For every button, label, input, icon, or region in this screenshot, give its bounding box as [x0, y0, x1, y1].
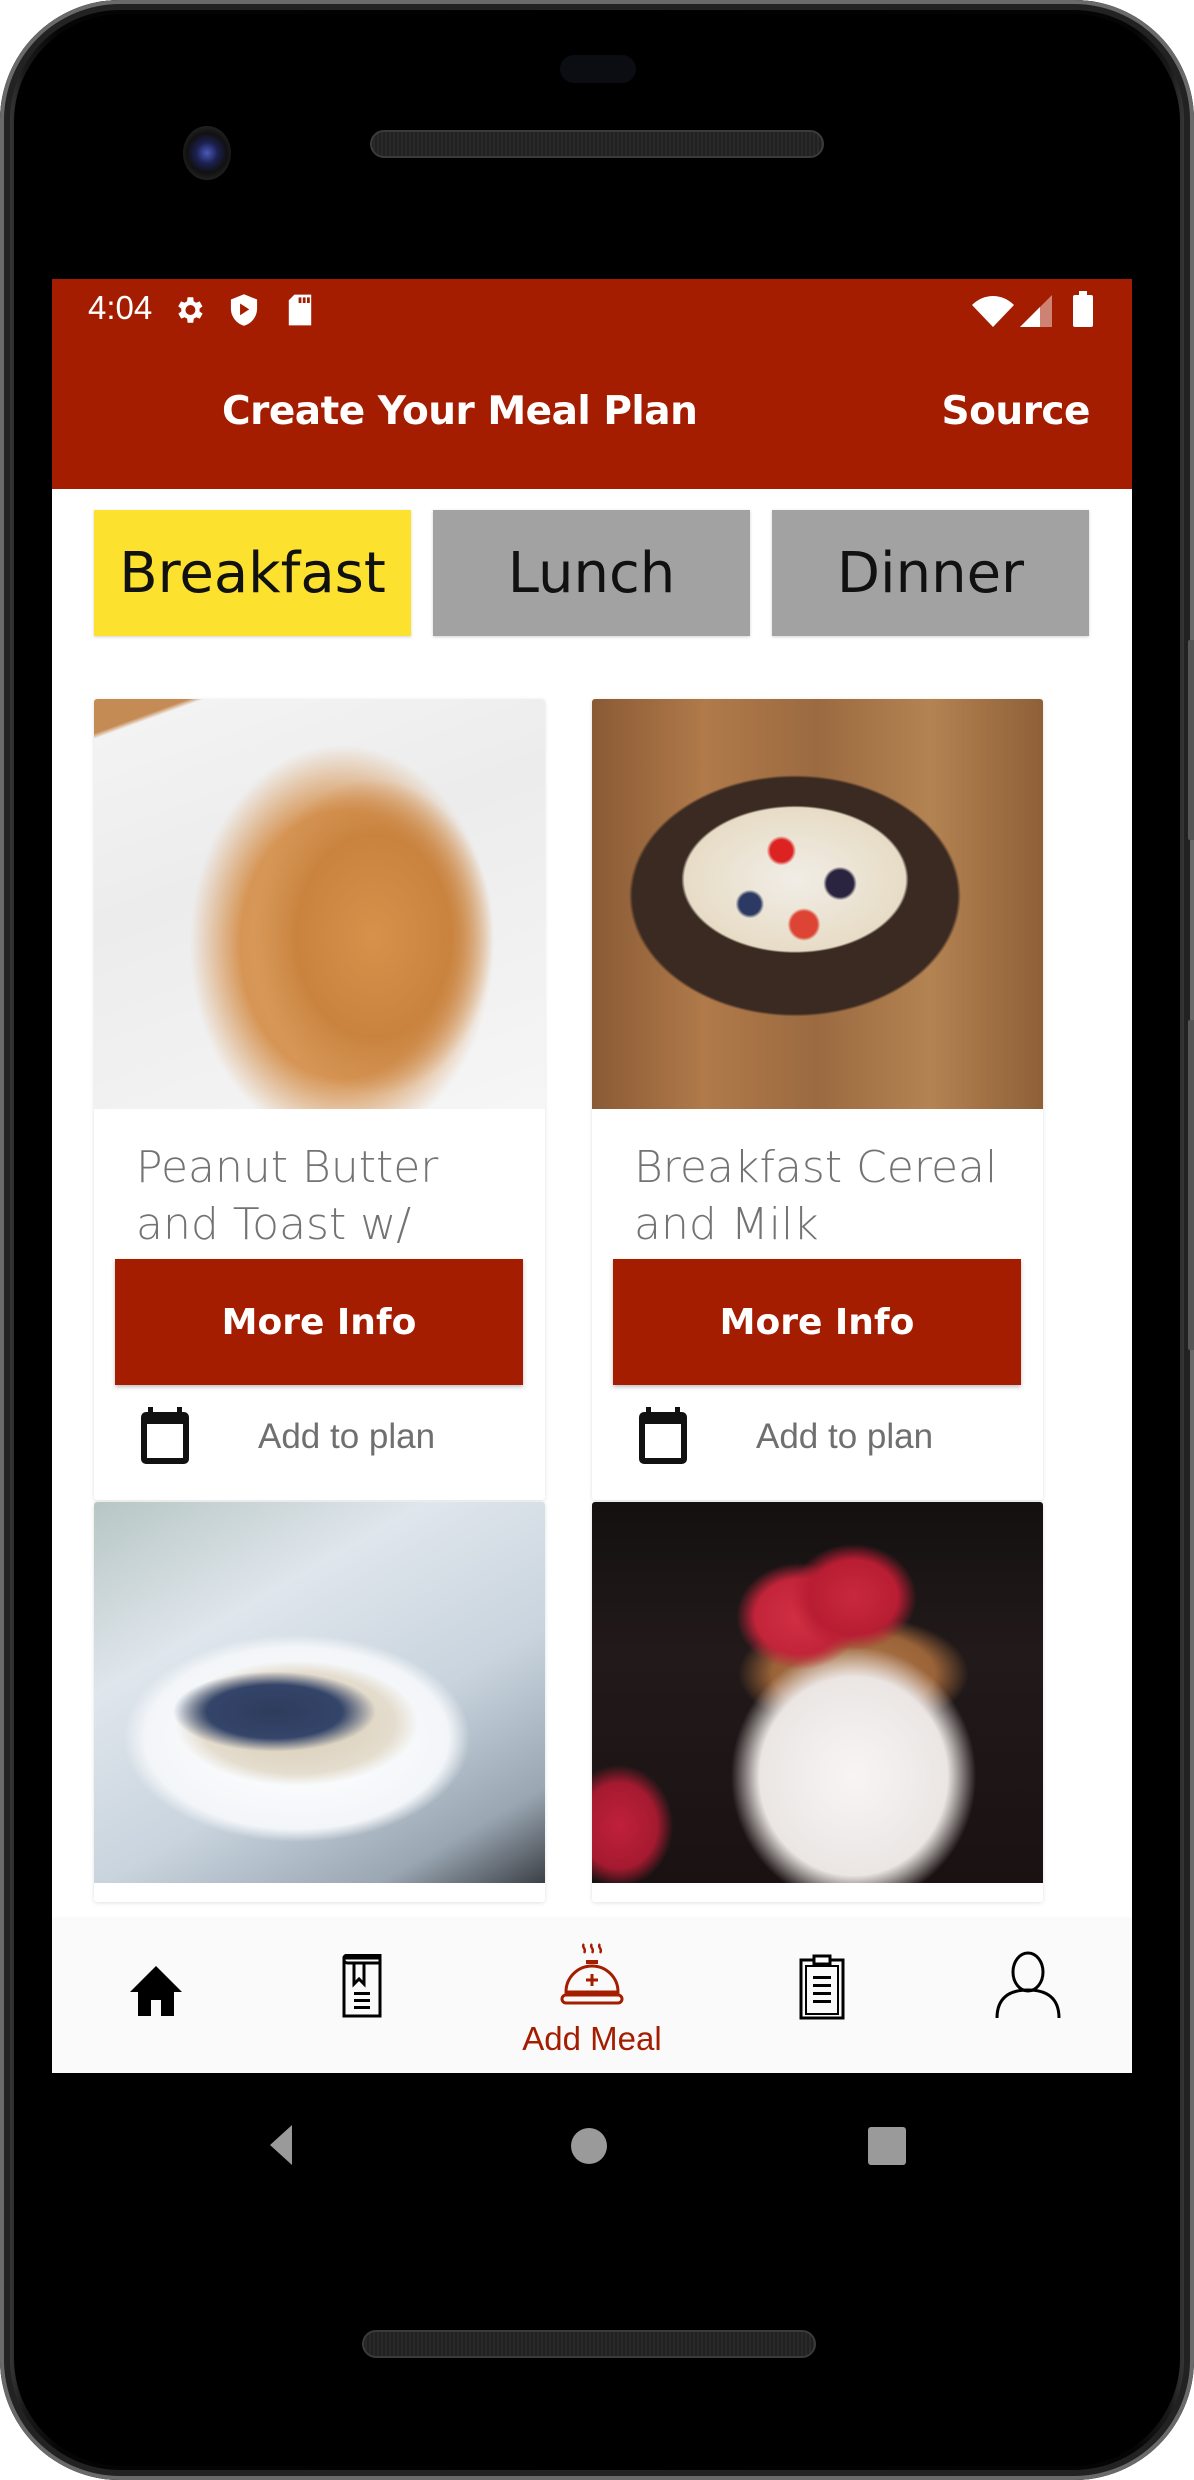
- meal-image-oatmeal-with-blueberries[interactable]: [94, 1502, 545, 1883]
- home-circle-icon[interactable]: [570, 2127, 608, 2165]
- meal-title: Breakfast Cereal and Milk: [634, 1142, 998, 1250]
- more-info-button[interactable]: More Info: [115, 1259, 523, 1385]
- bottom-navigation: Add Meal: [52, 1920, 1132, 2073]
- shield-play-icon: [228, 293, 260, 331]
- system-navigation-bar: [52, 2073, 1132, 2203]
- proximity-sensor: [560, 55, 636, 83]
- nav-add-meal[interactable]: Add Meal: [512, 1920, 672, 2073]
- source-button[interactable]: Source: [942, 389, 1091, 434]
- page-title: Create Your Meal Plan: [222, 389, 698, 434]
- signal-icon: [1020, 295, 1052, 331]
- gear-icon: [172, 293, 206, 331]
- add-to-plan-button[interactable]: Add to plan: [592, 1399, 1043, 1479]
- meal-image-yogurt-parfait[interactable]: [592, 1502, 1043, 1883]
- battery-icon: [1072, 291, 1094, 331]
- meal-title: Peanut Butter and Toast w/: [136, 1142, 439, 1250]
- bottom-speaker: [362, 2330, 816, 2358]
- meal-card: Breakfast Cereal and Milk More Info Add …: [592, 699, 1043, 1500]
- meal-card: Peanut Butter and Toast w/ More Info Add…: [94, 699, 545, 1500]
- tab-lunch[interactable]: Lunch: [433, 510, 750, 636]
- meal-card: [592, 1502, 1043, 1902]
- add-to-plan-label: Add to plan: [756, 1417, 934, 1456]
- home-icon: [130, 1966, 182, 2016]
- volume-button: [1188, 1020, 1194, 1350]
- nav-add-meal-label: Add Meal: [522, 2020, 662, 2057]
- nav-profile[interactable]: [948, 1920, 1108, 2073]
- meal-type-tabs: Breakfast Lunch Dinner: [94, 510, 1094, 636]
- status-time: 4:04: [88, 289, 153, 326]
- status-bar: 4:04: [52, 279, 1132, 339]
- front-camera: [183, 126, 231, 180]
- back-icon[interactable]: [270, 2125, 292, 2165]
- top-speaker: [370, 130, 824, 158]
- recipe-book-icon: [342, 1954, 382, 2018]
- profile-icon: [995, 1951, 1061, 2019]
- recents-icon[interactable]: [868, 2127, 906, 2165]
- calendar-icon: [636, 1407, 690, 1471]
- add-to-plan-button[interactable]: Add to plan: [94, 1399, 545, 1479]
- calendar-icon: [138, 1407, 192, 1471]
- tab-breakfast[interactable]: Breakfast: [94, 510, 411, 636]
- meal-card: [94, 1502, 545, 1902]
- tab-dinner[interactable]: Dinner: [772, 510, 1089, 636]
- nav-home[interactable]: [76, 1920, 236, 2073]
- meal-image-peanut-butter-toast[interactable]: [94, 699, 545, 1109]
- wifi-icon: [972, 295, 1014, 331]
- nav-clipboard[interactable]: [742, 1920, 902, 2073]
- add-to-plan-label: Add to plan: [258, 1417, 436, 1456]
- power-button: [1188, 640, 1194, 840]
- sd-card-icon: [286, 293, 314, 331]
- clipboard-icon: [799, 1954, 845, 2020]
- app-bar: Create Your Meal Plan Source: [52, 339, 1132, 489]
- meal-image-cereal-with-berries[interactable]: [592, 699, 1043, 1109]
- add-meal-cloche-icon: [560, 1943, 624, 2005]
- more-info-button[interactable]: More Info: [613, 1259, 1021, 1385]
- app-screen: 4:04 Create Your Meal Plan Source Breakf…: [52, 279, 1132, 2073]
- nav-recipes[interactable]: [282, 1920, 442, 2073]
